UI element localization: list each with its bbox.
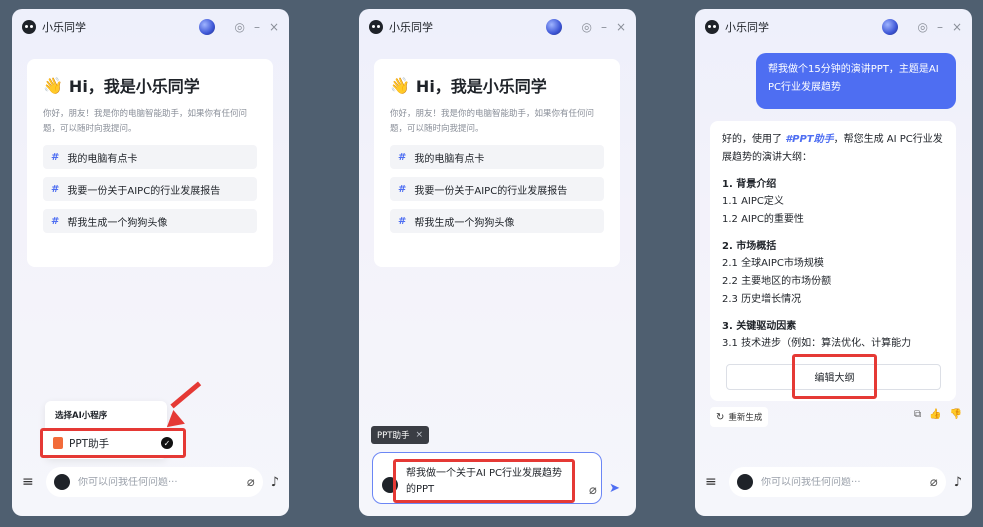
suggestion-label: 我的电脑有点卡 bbox=[67, 153, 138, 165]
minimize-icon[interactable]: – bbox=[937, 21, 943, 33]
hash-icon: # bbox=[51, 151, 60, 163]
compose-box: 帮我做一个关于AI PC行业发展趋势的PPT ⌀ bbox=[372, 452, 602, 504]
bottom-bar: ≡ ⌀ ♪ bbox=[12, 466, 289, 498]
section-item: 3.1 技术进步（例如：算法优化、计算能力 bbox=[722, 338, 912, 349]
ppt-assistant-option[interactable]: PPT助手 ✓ bbox=[40, 428, 186, 458]
mic-icon[interactable]: ♪ bbox=[271, 475, 279, 490]
settings-icon[interactable]: ◎ bbox=[917, 21, 927, 33]
intro-text: 你好，朋友！我是你的电脑智能助手，如果你有任何问题，可以随时向我提问。 bbox=[43, 109, 248, 134]
app-name: 小乐同学 bbox=[42, 21, 86, 34]
input-wrapper: ⌀ bbox=[46, 467, 263, 497]
menu-icon[interactable]: ≡ bbox=[22, 474, 38, 490]
hash-icon: # bbox=[398, 215, 407, 227]
suggestion-item[interactable]: # 我的电脑有点卡 bbox=[43, 145, 257, 169]
greeting-title: Hi，我是小乐同学 bbox=[415, 77, 547, 96]
close-icon[interactable]: × bbox=[616, 21, 626, 33]
section-item: 1.1 AIPC定义 bbox=[722, 196, 784, 207]
app-logo-icon bbox=[705, 20, 719, 34]
suggestion-label: 我要一份关于AIPC的行业发展报告 bbox=[414, 185, 568, 197]
wave-icon: 👋 bbox=[43, 75, 63, 95]
hash-icon: # bbox=[398, 183, 407, 195]
answer-prefix: 好的，使用了 bbox=[722, 134, 786, 145]
section-title: 3. 关键驱动因素 bbox=[722, 321, 797, 332]
ppt-file-icon bbox=[53, 437, 63, 449]
mic-icon[interactable]: ♪ bbox=[954, 475, 962, 490]
attach-icon[interactable]: ⌀ bbox=[589, 483, 597, 498]
close-icon[interactable]: × bbox=[952, 21, 962, 33]
suggestion-item[interactable]: # 帮我生成一个狗狗头像 bbox=[43, 209, 257, 233]
hash-icon: # bbox=[51, 215, 60, 227]
ppt-option-label: PPT助手 bbox=[69, 437, 110, 450]
section-title: 2. 市场概括 bbox=[722, 241, 777, 252]
suggestion-label: 帮我生成一个狗狗头像 bbox=[67, 217, 168, 229]
thumbs-up-icon[interactable]: 👍 bbox=[929, 409, 941, 420]
suggestion-item[interactable]: # 我要一份关于AIPC的行业发展报告 bbox=[43, 177, 257, 201]
user-message: 帮我做个15分钟的演讲PPT，主题是AI PC行业发展趋势 bbox=[756, 53, 956, 109]
titlebar: 小乐同学 ◎ – × bbox=[12, 9, 289, 45]
attach-icon[interactable]: ⌀ bbox=[247, 475, 255, 490]
hash-icon: # bbox=[398, 151, 407, 163]
answer-intro: 好的，使用了 #PPT助手，帮您生成 AI PC行业发展趋势的演讲大纲： bbox=[722, 131, 944, 167]
suggestion-item[interactable]: # 我要一份关于AIPC的行业发展报告 bbox=[390, 177, 604, 201]
tag-label: PPT助手 bbox=[377, 431, 410, 441]
attach-icon[interactable]: ⌀ bbox=[930, 475, 938, 490]
welcome-card: 👋 Hi，我是小乐同学 你好，朋友！我是你的电脑智能助手，如果你有任何问题，可以… bbox=[27, 59, 273, 267]
edit-outline-button[interactable]: 编辑大纲 bbox=[792, 354, 877, 399]
chat-input[interactable] bbox=[761, 476, 930, 488]
input-wrapper: ⌀ bbox=[729, 467, 946, 497]
welcome-card: 👋 Hi，我是小乐同学 你好，朋友！我是你的电脑智能助手，如果你有任何问题，可以… bbox=[374, 59, 620, 267]
annotation-arrow bbox=[170, 381, 202, 409]
tag-close-icon[interactable]: × bbox=[415, 430, 423, 440]
thumbs-down-icon[interactable]: 👎 bbox=[950, 409, 962, 420]
suggestion-label: 帮我生成一个狗狗头像 bbox=[414, 217, 515, 229]
refresh-icon: ↻ bbox=[716, 411, 725, 423]
suggestion-label: 我的电脑有点卡 bbox=[414, 153, 485, 165]
bottom-bar: ≡ ⌀ ♪ bbox=[695, 466, 972, 498]
section-item: 2.3 历史增长情况 bbox=[722, 294, 802, 305]
chat-input[interactable] bbox=[78, 476, 247, 488]
app-logo-icon bbox=[737, 474, 753, 490]
feedback-icons: ⧉ 👍 👎 bbox=[914, 409, 962, 420]
titlebar: 小乐同学 ◎ – × bbox=[359, 9, 636, 45]
suggestion-item[interactable]: # 帮我生成一个狗狗头像 bbox=[390, 209, 604, 233]
suggestion-item[interactable]: # 我的电脑有点卡 bbox=[390, 145, 604, 169]
app-logo-icon bbox=[54, 474, 70, 490]
popup-title: 选择AI小程序 bbox=[55, 411, 108, 421]
ppt-assistant-tag: PPT助手 × bbox=[371, 426, 429, 444]
user-avatar[interactable] bbox=[546, 19, 563, 35]
suggestion-label: 我要一份关于AIPC的行业发展报告 bbox=[67, 185, 221, 197]
minimize-icon[interactable]: – bbox=[601, 21, 607, 33]
close-icon[interactable]: × bbox=[269, 21, 279, 33]
assistant-panel-compose: 小乐同学 ◎ – × 👋 Hi，我是小乐同学 你好，朋友！我是你的电脑智能助手，… bbox=[359, 9, 636, 516]
compose-text[interactable]: 帮我做一个关于AI PC行业发展趋势的PPT bbox=[393, 459, 575, 503]
hash-icon: # bbox=[51, 183, 60, 195]
section-item: 2.2 主要地区的市场份额 bbox=[722, 276, 832, 287]
send-icon[interactable]: ➤ bbox=[609, 481, 620, 496]
regenerate-label: 重新生成 bbox=[728, 413, 763, 423]
greeting-title: Hi，我是小乐同学 bbox=[68, 77, 200, 96]
assistant-panel-home: 小乐同学 ◎ – × 👋 Hi，我是小乐同学 你好，朋友！我是你的电脑智能助手，… bbox=[12, 9, 289, 516]
section-item: 1.2 AIPC的重要性 bbox=[722, 214, 804, 225]
app-name: 小乐同学 bbox=[389, 21, 433, 34]
app-logo-icon bbox=[22, 20, 36, 34]
settings-icon[interactable]: ◎ bbox=[234, 21, 244, 33]
user-avatar[interactable] bbox=[882, 19, 899, 35]
copy-icon[interactable]: ⧉ bbox=[914, 409, 921, 420]
regenerate-button[interactable]: ↻ 重新生成 bbox=[710, 407, 769, 427]
check-icon: ✓ bbox=[161, 437, 173, 449]
section-title: 1. 背景介绍 bbox=[722, 179, 777, 190]
section-item: 2.1 全球AIPC市场规模 bbox=[722, 258, 824, 269]
menu-icon[interactable]: ≡ bbox=[705, 474, 721, 490]
assistant-panel-answer: 小乐同学 ◎ – × 帮我做个15分钟的演讲PPT，主题是AI PC行业发展趋势… bbox=[695, 9, 972, 516]
settings-icon[interactable]: ◎ bbox=[581, 21, 591, 33]
app-logo-icon bbox=[369, 20, 383, 34]
wave-icon: 👋 bbox=[390, 75, 410, 95]
tool-mention: #PPT助手 bbox=[785, 134, 834, 145]
minimize-icon[interactable]: – bbox=[254, 21, 260, 33]
intro-text: 你好，朋友！我是你的电脑智能助手，如果你有任何问题，可以随时向我提问。 bbox=[390, 109, 595, 134]
user-avatar[interactable] bbox=[199, 19, 216, 35]
app-name: 小乐同学 bbox=[725, 21, 769, 34]
titlebar: 小乐同学 ◎ – × bbox=[695, 9, 972, 45]
